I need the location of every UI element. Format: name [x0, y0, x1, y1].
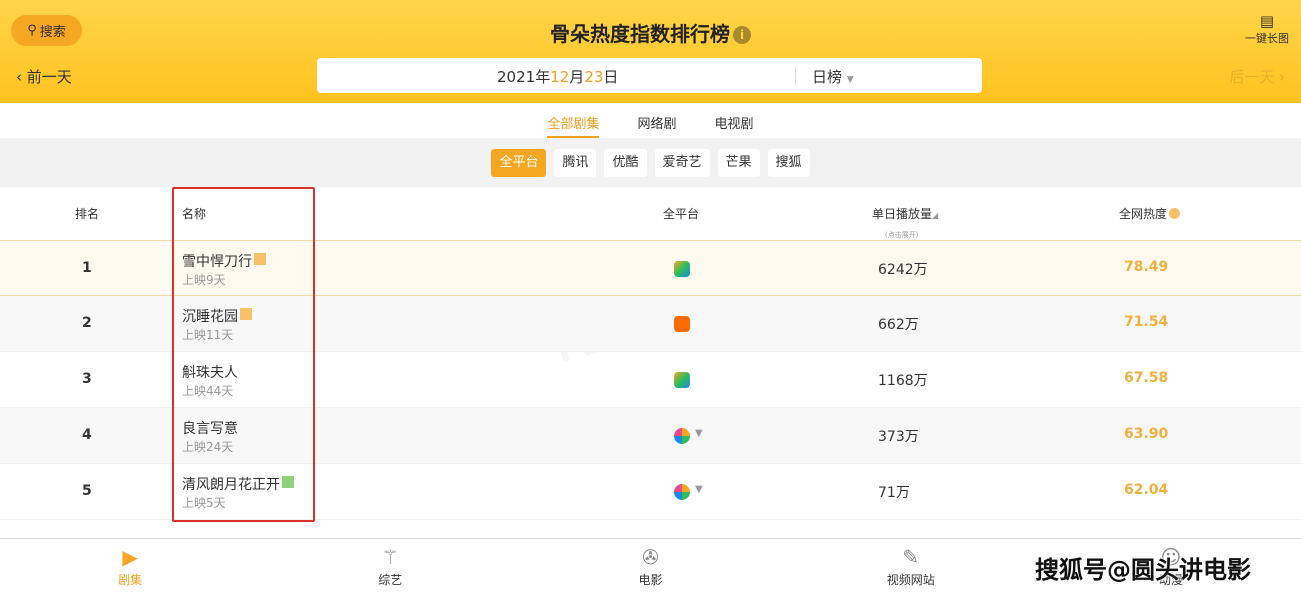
views-expand-hint[interactable]: (点击展开) — [885, 230, 918, 240]
nav-label: 电影 — [638, 573, 663, 587]
magic-wand-icon: ⚚ — [381, 545, 400, 569]
day-unit: 日 — [603, 68, 619, 86]
prev-day-button[interactable]: ‹ 前一天 — [16, 66, 72, 87]
tencent-platform-icon — [674, 372, 690, 388]
date-picker[interactable]: 2021年12月23日 — [497, 66, 618, 87]
nav-movie[interactable]: ✇ 电影 — [520, 539, 780, 594]
header-heat: 全网热度 — [1119, 205, 1181, 222]
rank: 5 — [82, 483, 92, 499]
header-platform: 全平台 — [663, 207, 700, 221]
daily-views: 662万 — [878, 317, 919, 333]
next-label: 后一天 — [1229, 68, 1275, 86]
date-selector[interactable]: 2021年12月23日 日榜 ▼ — [317, 58, 982, 93]
next-day-button[interactable]: 后一天 › — [1229, 66, 1285, 87]
multi-platform-icon — [674, 484, 690, 500]
filter-youku[interactable]: 优酷 — [604, 149, 647, 177]
divider — [795, 67, 796, 85]
heat-score: 78.49 — [1124, 259, 1169, 275]
page-title: 骨朵热度指数排行榜 i — [0, 18, 1301, 47]
tab-tv-series[interactable]: 电视剧 — [715, 113, 754, 138]
info-icon[interactable] — [1169, 208, 1181, 219]
nav-label: 剧集 — [118, 573, 143, 587]
info-icon[interactable]: i — [733, 26, 751, 44]
period-label: 日榜 — [812, 68, 843, 86]
daily-views: 1168万 — [878, 373, 928, 389]
rank: 3 — [82, 371, 92, 387]
tab-web-series[interactable]: 网络剧 — [637, 113, 676, 138]
long-image-button[interactable]: ▤ 一键长图 — [1245, 12, 1289, 46]
header: ⚲ 搜索 骨朵热度指数排行榜 i ▤ 一键长图 ‹ 前一天 后一天 › 2021年12… — [0, 0, 1301, 103]
month: 12 — [550, 68, 570, 86]
rank: 2 — [82, 315, 92, 331]
multi-platform-icon — [674, 428, 690, 444]
header-rank: 排名 — [75, 207, 100, 221]
rank: 4 — [82, 427, 92, 443]
nav-label: 视频网站 — [886, 573, 935, 587]
period-dropdown[interactable]: 日榜 ▼ — [812, 66, 854, 87]
chevron-left-icon: ‹ — [16, 68, 27, 86]
tencent-platform-icon — [674, 261, 690, 277]
filter-iqiyi[interactable]: 爱奇艺 — [654, 149, 710, 177]
year: 2021 — [497, 68, 536, 86]
sort-icon: ◢ — [932, 211, 939, 220]
views-label: 单日播放量 — [872, 207, 933, 221]
heat-score: 67.58 — [1124, 370, 1169, 386]
highlight-box — [172, 187, 315, 522]
daily-views: 71万 — [878, 485, 910, 501]
mango-platform-icon — [674, 316, 690, 332]
tab-all[interactable]: 全部剧集 — [547, 113, 600, 138]
filter-mango[interactable]: 芒果 — [717, 149, 760, 177]
heat-score: 62.04 — [1124, 482, 1169, 498]
expand-platforms-icon[interactable]: ▼ — [695, 484, 703, 495]
film-reel-icon: ✇ — [642, 545, 659, 569]
prev-label: 前一天 — [26, 68, 72, 86]
caret-down-icon: ▼ — [846, 75, 854, 85]
nav-label: 综艺 — [378, 573, 403, 587]
long-image-label: 一键长图 — [1245, 32, 1289, 45]
nav-series[interactable]: ▶ 剧集 — [0, 539, 260, 594]
header-views[interactable]: 单日播放量◢ — [872, 205, 938, 222]
nav-variety[interactable]: ⚚ 综艺 — [260, 539, 520, 594]
day: 23 — [584, 68, 604, 86]
chevron-right-icon: › — [1274, 68, 1285, 86]
year-unit: 年 — [535, 68, 551, 86]
heat-score: 63.90 — [1124, 426, 1169, 442]
title-text: 骨朵热度指数排行榜 — [550, 22, 730, 46]
document-icon: ▤ — [1259, 12, 1275, 30]
filter-all[interactable]: 全平台 — [491, 149, 547, 177]
daily-views: 373万 — [878, 429, 919, 445]
platform-filters: 全平台 腾讯 优酷 爱奇艺 芒果 搜狐 — [0, 138, 1301, 187]
tv-icon: ▶ — [122, 545, 138, 569]
heat-score: 71.54 — [1124, 314, 1169, 330]
rank: 1 — [82, 260, 92, 276]
nav-video-sites[interactable]: ✎ 视频网站 — [781, 539, 1041, 594]
filter-sohu[interactable]: 搜狐 — [767, 149, 810, 177]
month-unit: 月 — [569, 68, 585, 86]
daily-views: 6242万 — [878, 262, 928, 278]
expand-platforms-icon[interactable]: ▼ — [695, 428, 703, 439]
filter-tencent[interactable]: 腾讯 — [554, 149, 597, 177]
watermark: 搜狐号@圆头讲电影 — [1035, 556, 1251, 584]
brush-icon: ✎ — [902, 545, 920, 569]
heat-label: 全网热度 — [1119, 207, 1168, 221]
category-tabs: 全部剧集 网络剧 电视剧 — [0, 103, 1301, 138]
